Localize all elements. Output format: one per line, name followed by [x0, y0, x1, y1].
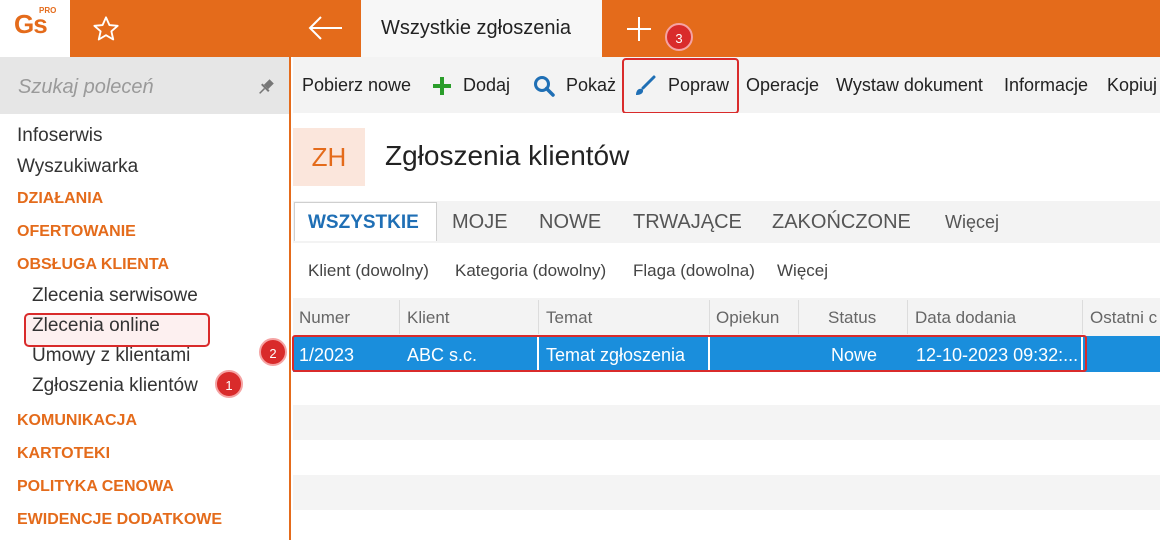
tab-wiecej[interactable]: Więcej	[945, 212, 999, 233]
popraw-highlight	[622, 58, 739, 114]
tab-wszystkie-zgloszenia[interactable]: Wszystkie zgłoszenia	[361, 0, 602, 57]
tab-trwajace[interactable]: TRWAJĄCE	[633, 211, 742, 234]
plus-icon[interactable]	[624, 14, 654, 44]
sidebar-item-zgloszenia-klientow[interactable]: Zgłoszenia klientów	[32, 375, 198, 397]
star-icon[interactable]	[92, 15, 120, 43]
column-data-dodania[interactable]: Data dodania	[915, 308, 1016, 328]
tab-wszystkie[interactable]: WSZYSTKIE	[294, 202, 437, 241]
logo-sup: PRO	[39, 6, 57, 15]
filter-flaga[interactable]: Flaga (dowolna)	[633, 261, 755, 281]
command-search[interactable]: Szukaj poleceń	[0, 57, 289, 114]
kopiuj-button[interactable]: Kopiuj	[1107, 75, 1157, 96]
sidebar-section-komunikacja[interactable]: KOMUNIKACJA	[17, 412, 137, 430]
sidebar-section-dzialania[interactable]: DZIAŁANIA	[17, 190, 103, 208]
sidebar-section-ewidencje-dodatkowe[interactable]: EWIDENCJE DODATKOWE	[17, 511, 222, 529]
column-status[interactable]: Status	[828, 308, 876, 328]
column-divider[interactable]	[1082, 300, 1083, 334]
sidebar-item-infoserwis[interactable]: Infoserwis	[17, 125, 103, 147]
tab-nowe[interactable]: NOWE	[539, 211, 601, 234]
module-badge: ZH	[293, 128, 365, 186]
search-icon[interactable]	[533, 75, 555, 97]
sidebar-section-ofertowanie[interactable]: OFERTOWANIE	[17, 223, 136, 241]
sidebar-section-kartoteki[interactable]: KARTOTEKI	[17, 445, 110, 463]
search-placeholder: Szukaj poleceń	[18, 76, 154, 98]
dodaj-button[interactable]: Dodaj	[463, 75, 510, 96]
app-logo[interactable]: Gs PRO	[0, 0, 70, 57]
empty-row	[293, 405, 1160, 440]
sidebar-item-umowy-z-klientami[interactable]: Umowy z klientami	[32, 345, 190, 367]
sidebar-item-wyszukiwarka[interactable]: Wyszukiwarka	[17, 156, 138, 178]
column-divider[interactable]	[798, 300, 799, 334]
plus-green-icon[interactable]	[432, 76, 452, 96]
operacje-button[interactable]: Operacje	[746, 75, 819, 96]
column-divider[interactable]	[399, 300, 400, 334]
tab-wszystkie-label: WSZYSTKIE	[308, 212, 419, 233]
filter-wiecej[interactable]: Więcej	[777, 261, 828, 281]
pobierz-nowe-button[interactable]: Pobierz nowe	[302, 75, 411, 96]
empty-row	[293, 475, 1160, 510]
sidebar-item-zlecenia-serwisowe[interactable]: Zlecenia serwisowe	[32, 285, 198, 307]
back-arrow-icon[interactable]	[307, 14, 345, 42]
column-klient[interactable]: Klient	[407, 308, 450, 328]
column-divider[interactable]	[709, 300, 710, 334]
tab-moje[interactable]: MOJE	[452, 211, 508, 234]
column-divider[interactable]	[907, 300, 908, 334]
informacje-button[interactable]: Informacje	[1004, 75, 1088, 96]
column-divider[interactable]	[538, 300, 539, 334]
filter-kategoria[interactable]: Kategoria (dowolny)	[455, 261, 606, 281]
pokaz-button[interactable]: Pokaż	[566, 75, 616, 96]
annotation-badge-1: 1	[215, 370, 243, 398]
tab-zakonczone[interactable]: ZAKOŃCZONE	[772, 211, 911, 234]
annotation-badge-3: 3	[665, 23, 693, 51]
sidebar-section-obsluga-klienta[interactable]: OBSŁUGA KLIENTA	[17, 256, 169, 274]
annotation-badge-2: 2	[259, 338, 287, 366]
page-title: Zgłoszenia klientów	[385, 140, 630, 171]
column-numer[interactable]: Numer	[299, 308, 350, 328]
row-highlight	[292, 335, 1087, 372]
sidebar-section-polityka-cenowa[interactable]: POLITYKA CENOWA	[17, 478, 174, 496]
filter-klient[interactable]: Klient (dowolny)	[308, 261, 429, 281]
pin-icon[interactable]	[256, 77, 276, 97]
empty-row	[293, 440, 1160, 475]
sidebar-item-zlecenia-online[interactable]: Zlecenia online	[32, 315, 160, 337]
empty-row	[293, 372, 1160, 407]
wystaw-dokument-button[interactable]: Wystaw dokument	[836, 75, 983, 96]
column-opiekun[interactable]: Opiekun	[716, 308, 779, 328]
column-temat[interactable]: Temat	[546, 308, 592, 328]
column-ostatni[interactable]: Ostatni c	[1090, 308, 1157, 328]
